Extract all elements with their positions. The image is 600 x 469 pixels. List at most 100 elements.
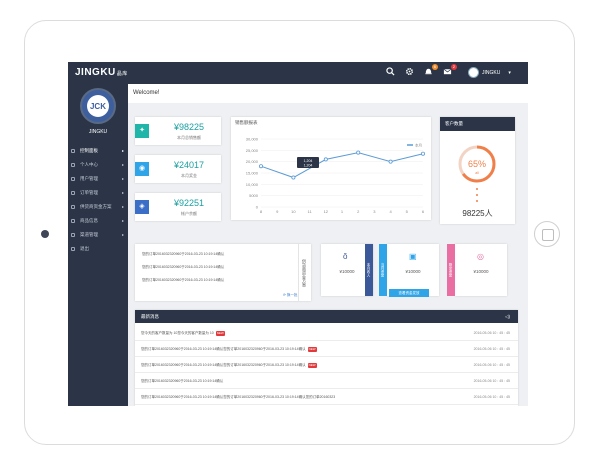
mini-ribbon: 当月资金 <box>379 244 387 296</box>
top-bar: JINGKU晶库 6 2 JINGKU ▾ <box>68 62 528 84</box>
clipboard-icon: ▣ <box>409 252 417 261</box>
data-point <box>258 164 263 169</box>
y-tick-label: 15,000 <box>246 171 259 176</box>
news-time: 2016-05-06 10 : 45 : 45 <box>473 331 510 335</box>
sidebar-item[interactable]: 商品信息 ▸ <box>68 214 128 228</box>
news-row[interactable]: 您今天的客户数量为 10您今天的客户数量为 10 NEW 2016-05-06 10… <box>135 325 518 341</box>
sidebar-item[interactable]: 供货商资金方案 ▸ <box>68 200 128 214</box>
x-tick-label: 9 <box>276 209 279 214</box>
menu-item-icon <box>71 177 75 181</box>
x-tick-label: 1 <box>341 209 344 214</box>
tooltip-label: 1,204 <box>304 159 313 163</box>
user-menu[interactable]: JINGKU ▾ <box>468 67 511 78</box>
sidebar-item[interactable]: 渠道管理 ▸ <box>68 228 128 242</box>
y-tick-label: 30,000 <box>246 137 259 142</box>
x-tick-label: 11 <box>308 209 313 214</box>
mini-ribbon: 剩余资金 <box>447 244 455 296</box>
sidebar-item[interactable]: 个人中心 ▸ <box>68 158 128 172</box>
order-list-card: 您的订单2016032320960于2016-03-23 10:19:14确认 … <box>135 244 311 301</box>
chevron-icon: ▸ <box>121 190 124 195</box>
chevron-icon: ▸ <box>121 162 124 167</box>
page-title: Welcome! <box>128 84 528 103</box>
list-item[interactable]: 您的订单2016032320960于2016-03-23 10:19:14确认 <box>142 265 224 270</box>
sidebar-item[interactable]: 退出 <box>68 242 128 256</box>
data-point <box>420 151 425 156</box>
news-row[interactable]: 您的订单2016032320960于2016-03-23 10:19:14确认您… <box>135 389 518 405</box>
target-icon: ◎ <box>477 252 484 261</box>
news-text: 您今天的客户数量为 10您今天的客户数量为 10 NEW <box>141 330 225 336</box>
refresh-link[interactable]: ⟳ 换一批 <box>283 293 297 298</box>
stat-value: ¥98225 <box>173 122 205 132</box>
news-row[interactable]: 您的订单2016032320960于2016-03-23 10:19:14确认您… <box>135 357 518 373</box>
sidebar-item-label: 退出 <box>80 246 89 251</box>
speaker-icon[interactable]: ◁) <box>505 310 510 323</box>
sidebar-item-label: 商品信息 <box>80 218 98 223</box>
menu-item-icon <box>71 247 75 251</box>
gear-icon[interactable] <box>403 67 415 79</box>
logo[interactable]: JINGKU晶库 <box>75 67 128 78</box>
news-title: 最新消息 <box>141 314 159 319</box>
x-tick-label: 12 <box>324 209 329 214</box>
bulb-icon: ✦ <box>135 124 149 138</box>
sidebar-menu: 控制面板 ▸ 个人中心 ▸ 用户管理 ▸ 订单管理 ▸ 供货商资金方案 ▸ 商品信息 ▸ 渠道管理 ▸ 退出 <box>68 144 128 256</box>
search-icon[interactable] <box>384 67 396 79</box>
menu-item-icon <box>71 219 75 223</box>
mini-value: ¥10000 <box>405 269 421 274</box>
menu-item-icon <box>71 205 75 209</box>
x-tick-label: 8 <box>260 209 263 214</box>
sales-chart-card: 销售额报表 30,000 25,000 20,000 15,000 10,000 5000… <box>231 117 431 220</box>
sidebar-item-label: 个人中心 <box>80 162 98 167</box>
view-funds-button[interactable]: 查看资金发放 <box>389 289 429 297</box>
list-item[interactable]: 您的订单2016032320960于2016-03-23 10:19:14确认 <box>142 252 224 257</box>
news-time: 2016-05-06 10 : 45 : 45 <box>473 395 510 399</box>
chevron-icon: ▸ <box>121 204 124 209</box>
mini-ribbon: 本月收入 <box>365 244 373 296</box>
sidebar-item[interactable]: 订单管理 ▸ <box>68 186 128 200</box>
sidebar-item[interactable]: 控制面板 ▸ <box>68 144 128 158</box>
profile-name: JINGKU <box>88 129 108 135</box>
news-text: 您的订单2016032320960于2016-03-23 10:19:14确认您… <box>141 362 317 368</box>
list-item[interactable]: 您的订单2016032320960于2016-03-23 10:19:14确认 <box>142 278 224 283</box>
y-tick-label: 0 <box>256 205 259 210</box>
stat-label: 帐户余额 <box>181 211 197 216</box>
news-text: 您的订单2016032320960于2016-03-23 10:19:14确认您… <box>141 346 317 352</box>
menu-item-icon <box>71 191 75 195</box>
legend-label: 本月 <box>415 143 422 148</box>
data-point <box>291 175 296 180</box>
sidebar-item-label: 渠道管理 <box>80 232 98 237</box>
sidebar-item-label: 订单管理 <box>80 190 98 195</box>
data-point <box>388 159 393 164</box>
main-content: Welcome! ✦ ¥98225 本月总销售额 ◉ ¥24017 本月奖金 ◈… <box>128 84 528 406</box>
sidebar-item-label: 用户管理 <box>80 176 98 181</box>
caret-down-icon: ▾ <box>508 69 511 76</box>
drop-icon: ◉ <box>135 162 149 176</box>
avatar <box>468 67 479 78</box>
stat-card-bonus: ◉ ¥24017 本月奖金 <box>135 155 221 183</box>
customer-total: 98225人 <box>462 209 493 218</box>
menu-item-icon <box>71 163 75 167</box>
y-tick-label: 5000 <box>249 193 259 198</box>
news-row[interactable]: 您的订单2016032320960于2016-03-23 10:19:14确认 2… <box>135 373 518 389</box>
x-tick-label: 2 <box>357 209 360 214</box>
home-button[interactable] <box>534 221 560 247</box>
profile-avatar: JCK <box>80 88 116 124</box>
sidebar-item[interactable]: 用户管理 ▸ <box>68 172 128 186</box>
news-row[interactable]: 您的订单2016032320960于2016-03-23 10:19:14确认您… <box>135 341 518 357</box>
news-time: 2016-05-06 10 : 45 : 45 <box>473 363 510 367</box>
sidebar-item-label: 控制面板 <box>80 148 98 153</box>
y-tick-label: 20,000 <box>246 159 259 164</box>
mini-card-remaining: ◎ ¥10000 剩余资金 <box>447 244 507 296</box>
donut-percent: 65% <box>468 159 486 169</box>
customer-count-card: 客户数量 65% all 98225人 <box>440 117 515 224</box>
user-name: JINGKU <box>482 69 501 76</box>
x-tick-label: 10 <box>291 209 296 214</box>
menu-item-icon <box>71 233 75 237</box>
screen: JINGKU晶库 6 2 JINGKU ▾ JCK JINGKU 控制面板 ▸ 个人… <box>68 62 528 406</box>
notification-badge: 6 <box>431 64 438 70</box>
mail-badge: 2 <box>450 64 457 70</box>
news-time: 2016-05-06 10 : 45 : 45 <box>473 347 510 351</box>
mail-icon[interactable]: 2 <box>441 64 457 79</box>
chevron-icon: ▸ <box>121 218 124 223</box>
bell-icon[interactable]: 6 <box>422 64 438 79</box>
series-line <box>260 152 424 179</box>
